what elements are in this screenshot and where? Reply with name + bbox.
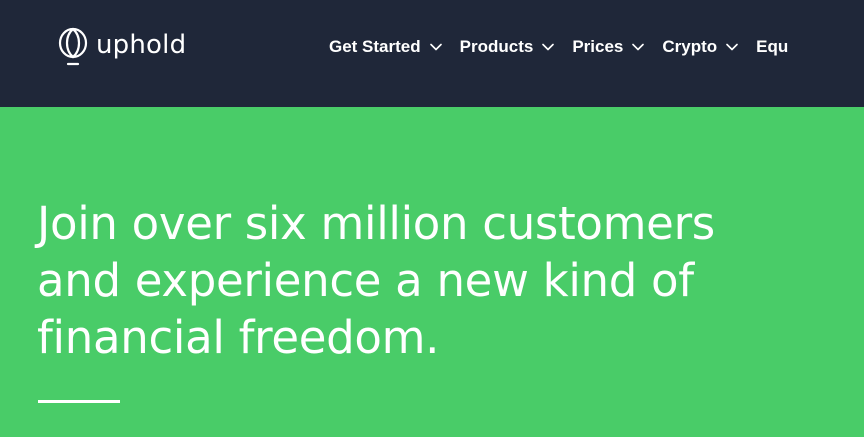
nav-item-label: Get Started: [329, 37, 421, 56]
nav-item-prices[interactable]: Prices: [572, 36, 645, 58]
nav-item-products[interactable]: Products: [460, 36, 555, 58]
chevron-down-icon: [632, 43, 645, 51]
nav-item-label: Products: [459, 37, 534, 56]
nav-item-label: Crypto: [662, 37, 718, 56]
nav-item-crypto[interactable]: Crypto: [662, 36, 738, 58]
chevron-down-icon: [726, 43, 738, 51]
main-nav: Get Started Products Prices Crypto Equ: [329, 36, 806, 58]
hero-divider: [38, 400, 120, 403]
nav-item-label: Equ: [756, 37, 789, 56]
nav-item-get-started[interactable]: Get Started: [329, 36, 442, 58]
hero-section: Join over six million customers and expe…: [0, 107, 864, 437]
site-header: uphold Get Started Products Prices Crypt…: [0, 0, 864, 107]
hero-headline-line: and experience a new kind of: [37, 254, 694, 307]
nav-item-equities[interactable]: Equ: [756, 36, 788, 58]
hero-headline-line: financial freedom.: [37, 311, 440, 364]
chevron-down-icon: [429, 43, 442, 51]
logo-text: uphold: [96, 30, 187, 60]
chevron-down-icon: [542, 43, 555, 51]
hero-headline: Join over six million customers and expe…: [37, 195, 797, 366]
nav-item-label: Prices: [572, 37, 624, 56]
uphold-logo-icon: [58, 27, 88, 66]
uphold-logo-link[interactable]: uphold: [58, 26, 186, 70]
hero-headline-line: Join over six million customers: [37, 197, 715, 250]
